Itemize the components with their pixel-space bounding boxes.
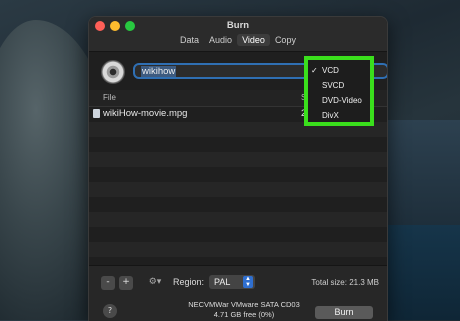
chevron-updown-icon: ▲ ▼	[243, 276, 253, 288]
remove-file-button[interactable]: -	[101, 276, 115, 290]
bottom-bar: - + ⚙▾ Region: PAL ▲ ▼ Total size: 21.3 M…	[89, 265, 387, 321]
file-name: wikiHow-movie.mpg	[103, 108, 188, 119]
movie-file-icon	[93, 109, 100, 118]
menu-item-vcd[interactable]: ✓ VCD	[310, 63, 368, 78]
window-title: Burn	[226, 20, 250, 31]
title-bar[interactable]: Burn Data Audio Video Copy	[89, 17, 387, 52]
device-name: NECVMWar VMware SATA CD03	[188, 300, 300, 309]
format-options: ✓ VCD SVCD DVD-Video DivX	[310, 63, 368, 123]
column-header-file[interactable]: File	[103, 93, 116, 102]
tab-bar: Data Audio Video Copy	[89, 34, 387, 46]
add-file-button[interactable]: +	[119, 276, 133, 290]
file-list: wikiHow-movie.mpg 2	[89, 107, 387, 265]
empty-row	[89, 212, 387, 227]
tab-video[interactable]: Video	[237, 34, 270, 46]
device-info: NECVMWar VMware SATA CD03 4.71 GB free (…	[169, 300, 319, 320]
device-free-space: 4.71 GB free (0%)	[213, 310, 275, 319]
checkmark-icon: ✓	[311, 66, 318, 75]
disc-icon	[101, 60, 125, 84]
empty-row	[89, 227, 387, 242]
format-dropdown-menu: ✓ VCD SVCD DVD-Video DivX	[304, 56, 374, 126]
menu-item-label: VCD	[322, 66, 339, 75]
tab-audio[interactable]: Audio	[204, 34, 237, 46]
empty-row	[89, 137, 387, 152]
total-size-label: Total size: 21.3 MB	[311, 278, 379, 287]
menu-item-dvd-video[interactable]: DVD-Video	[310, 93, 368, 108]
empty-row	[89, 242, 387, 257]
empty-row	[89, 197, 387, 212]
gear-icon[interactable]: ⚙▾	[145, 276, 165, 290]
region-value: PAL	[214, 277, 231, 287]
tab-data[interactable]: Data	[175, 34, 204, 46]
empty-row	[89, 182, 387, 197]
empty-row	[89, 167, 387, 182]
empty-row	[89, 152, 387, 167]
region-label: Region:	[173, 277, 205, 287]
tab-copy[interactable]: Copy	[270, 34, 301, 46]
menu-item-divx[interactable]: DivX	[310, 108, 368, 123]
burn-button[interactable]: Burn	[315, 306, 373, 319]
menu-item-label: DVD-Video	[322, 96, 362, 105]
disc-name-value: wikihow	[141, 66, 177, 77]
menu-item-label: SVCD	[322, 81, 345, 90]
help-button[interactable]: ?	[103, 304, 117, 318]
menu-item-label: DivX	[322, 111, 339, 120]
menu-item-svcd[interactable]: SVCD	[310, 78, 368, 93]
region-select[interactable]: PAL ▲ ▼	[209, 275, 255, 289]
